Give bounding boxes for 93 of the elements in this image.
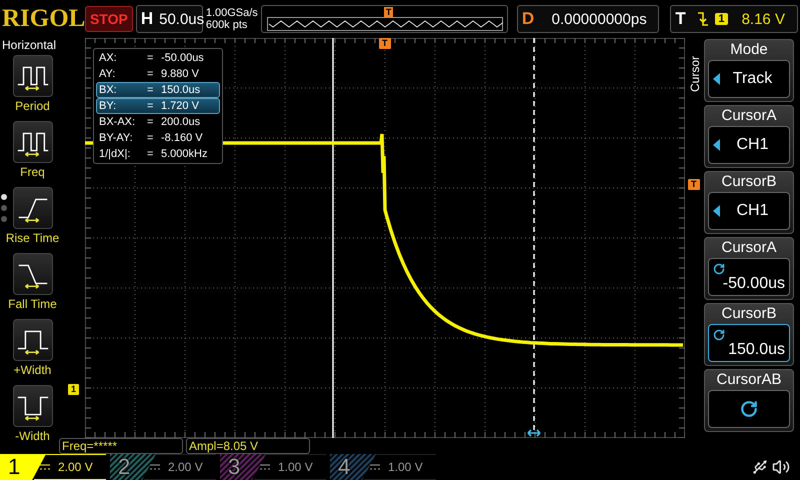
delay-value: 0.00000000ps bbox=[550, 10, 648, 28]
measure-button[interactable] bbox=[12, 121, 52, 163]
cursor-a-line[interactable] bbox=[332, 38, 334, 438]
measure-label: Fall Time bbox=[8, 297, 57, 311]
trigger-source: 1 bbox=[715, 13, 728, 25]
readout-value: -50.00us bbox=[161, 52, 205, 64]
brand-logo: RIGOL bbox=[2, 5, 82, 33]
run-stop-status[interactable]: STOP bbox=[85, 6, 133, 32]
trigger-position-marker: T bbox=[384, 7, 394, 17]
readout-value: 9.880 V bbox=[161, 68, 200, 80]
trigger-level-marker[interactable]: T bbox=[688, 179, 700, 190]
softkey-button[interactable]: CursorA -50.00us bbox=[704, 237, 794, 300]
measure-label: Rise Time bbox=[6, 231, 60, 245]
measure-button[interactable] bbox=[12, 187, 52, 229]
readout-value: 150.0us bbox=[161, 84, 202, 96]
equals-sign: = bbox=[147, 148, 154, 160]
equals-sign: = bbox=[147, 84, 154, 96]
softkey-value-text: -50.00us bbox=[722, 274, 785, 292]
trigger-level: 8.16 V bbox=[740, 10, 786, 28]
channel-scale[interactable]: 1.00 V bbox=[364, 454, 436, 480]
delay-label: D bbox=[522, 9, 536, 29]
timebase-value: 50.0us bbox=[159, 10, 204, 28]
dc-coupling-icon bbox=[370, 464, 380, 470]
readout-value: -8.160 V bbox=[161, 132, 204, 144]
measurement-result: Ampl=8.05 V bbox=[186, 438, 310, 454]
softkey-value-text: Track bbox=[732, 70, 774, 88]
knob-icon bbox=[740, 400, 758, 418]
equals-sign: = bbox=[147, 100, 154, 112]
readout-label: AX: bbox=[99, 52, 118, 64]
readout-label: BY: bbox=[99, 100, 118, 112]
equals-sign: = bbox=[147, 132, 154, 144]
measure-label: +Width bbox=[14, 363, 52, 377]
left-triangle-icon bbox=[713, 73, 720, 85]
usb-icon bbox=[752, 459, 768, 475]
softkey-button[interactable]: CursorA CH1 bbox=[704, 105, 794, 168]
softkey-value-text: CH1 bbox=[735, 202, 770, 220]
speaker-icon[interactable] bbox=[772, 458, 790, 476]
measure-button[interactable] bbox=[12, 319, 52, 361]
trigger-display[interactable]: T 1 8.16 V bbox=[670, 5, 798, 33]
volts-per-division: 2.00 V bbox=[58, 460, 93, 474]
channel-scale[interactable]: 2.00 V bbox=[144, 454, 216, 480]
page-dot[interactable] bbox=[1, 216, 7, 222]
readout-label: 1/|dX|: bbox=[99, 148, 132, 160]
channel-marker[interactable]: 1 bbox=[68, 384, 80, 395]
softkey-button[interactable]: CursorB CH1 bbox=[704, 171, 794, 234]
measure-label: Freq bbox=[20, 165, 45, 179]
softkey-value-text: 150.0us bbox=[728, 340, 785, 358]
delay-display[interactable]: D 0.00000000ps bbox=[516, 5, 660, 33]
readout-value: 1.720 V bbox=[161, 100, 200, 112]
volts-per-division: 2.00 V bbox=[168, 460, 203, 474]
readout-label: BX-AX: bbox=[99, 116, 136, 128]
equals-sign: = bbox=[147, 52, 154, 64]
equals-sign: = bbox=[147, 116, 154, 128]
channel-tab[interactable]: 1 bbox=[0, 454, 46, 480]
cursor-b-arrow-icon[interactable] bbox=[527, 429, 541, 437]
volts-per-division: 1.00 V bbox=[388, 460, 423, 474]
readout-label: BY-AY: bbox=[99, 132, 134, 144]
volts-per-division: 1.00 V bbox=[278, 460, 313, 474]
left-triangle-icon bbox=[713, 139, 720, 151]
timebase-display[interactable]: H 50.0us bbox=[136, 5, 203, 33]
trigger-position-marker: T bbox=[379, 38, 390, 49]
softkey-button[interactable]: CursorAB bbox=[704, 369, 794, 432]
dc-coupling-icon bbox=[260, 464, 270, 470]
channel-scale[interactable]: 2.00 V bbox=[34, 454, 106, 480]
measure-label: Period bbox=[15, 99, 50, 113]
trigger-label: T bbox=[675, 9, 687, 29]
readout-value: 200.0us bbox=[161, 116, 202, 128]
acquisition-info: 1.00GSa/s 600k pts bbox=[206, 7, 258, 31]
softkey-button[interactable]: Mode Track bbox=[704, 39, 794, 102]
softkey-value-text: CH1 bbox=[735, 136, 770, 154]
measure-button[interactable] bbox=[12, 55, 52, 97]
channel-scale[interactable]: 1.00 V bbox=[254, 454, 326, 480]
knob-icon bbox=[713, 262, 725, 274]
readout-label: BX: bbox=[99, 84, 118, 96]
menu-title: Cursor bbox=[688, 54, 702, 92]
readout-label: AY: bbox=[99, 68, 116, 80]
cursor-b-line[interactable] bbox=[533, 38, 535, 432]
knob-icon bbox=[713, 328, 725, 340]
timebase-label: H bbox=[140, 9, 154, 29]
dc-coupling-icon bbox=[40, 464, 50, 470]
dc-coupling-icon bbox=[150, 464, 160, 470]
measurement-result: Freq=***** bbox=[59, 438, 183, 454]
menu-title: Horizontal bbox=[1, 38, 56, 52]
measure-label: -Width bbox=[15, 429, 50, 443]
softkey-button[interactable]: CursorB 150.0us bbox=[704, 303, 794, 366]
measure-button[interactable] bbox=[12, 253, 52, 295]
falling-edge-icon bbox=[697, 11, 710, 27]
page-dot[interactable] bbox=[1, 205, 7, 211]
left-triangle-icon bbox=[713, 205, 720, 217]
readout-value: 5.000kHz bbox=[161, 148, 208, 160]
measure-button[interactable] bbox=[12, 385, 52, 427]
equals-sign: = bbox=[147, 68, 154, 80]
page-dot[interactable] bbox=[1, 194, 7, 200]
